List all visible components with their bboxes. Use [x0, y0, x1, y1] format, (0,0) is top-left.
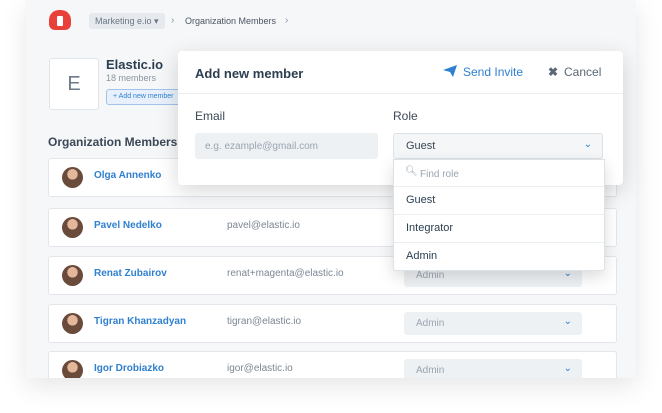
- org-switcher[interactable]: Marketing e.io ▾: [89, 13, 165, 29]
- role-select[interactable]: Guest ⌄: [393, 133, 603, 159]
- modal-title: Add new member: [195, 66, 304, 81]
- breadcrumb-separator-icon: ›: [285, 15, 289, 26]
- avatar: [62, 217, 83, 238]
- member-role-select[interactable]: Admin ⌄: [404, 359, 582, 378]
- member-role-value: Admin: [416, 318, 445, 329]
- cancel-label: Cancel: [564, 65, 602, 79]
- cancel-button[interactable]: ✖ Cancel: [548, 65, 601, 79]
- role-option-admin[interactable]: Admin: [394, 243, 604, 270]
- org-switcher-label: Marketing e.io: [95, 16, 152, 26]
- email-field[interactable]: [195, 133, 378, 159]
- member-name[interactable]: Pavel Nedelko: [94, 220, 162, 231]
- org-name: Elastic.io: [106, 57, 164, 72]
- avatar: [62, 313, 83, 334]
- member-email: igor@elastic.io: [227, 363, 293, 374]
- chevron-down-icon: ⌄: [563, 316, 572, 327]
- org-member-count: 18 members: [106, 73, 157, 83]
- role-option-integrator[interactable]: Integrator: [394, 215, 604, 243]
- role-option-guest[interactable]: Guest: [394, 187, 604, 215]
- member-name[interactable]: Tigran Khanzadyan: [94, 316, 186, 327]
- top-bar: Marketing e.io ▾ › Organization Members …: [26, 0, 636, 42]
- chevron-down-icon: ⌄: [583, 139, 592, 150]
- email-label: Email: [195, 109, 226, 123]
- member-row[interactable]: Igor Drobiazko igor@elastic.io Admin ⌄: [48, 351, 617, 378]
- member-role-value: Admin: [416, 365, 445, 376]
- role-search: 🔍︎: [394, 160, 604, 187]
- member-role-select[interactable]: Admin ⌄: [404, 312, 582, 335]
- member-name[interactable]: Olga Annenko: [94, 170, 161, 181]
- close-icon: ✖: [548, 65, 559, 79]
- chevron-down-icon: ⌄: [563, 363, 572, 374]
- send-invite-label: Send Invite: [463, 65, 524, 79]
- paper-plane-icon: [443, 65, 457, 77]
- breadcrumb-current[interactable]: Organization Members: [185, 13, 276, 29]
- avatar: [62, 360, 83, 378]
- member-email: pavel@elastic.io: [227, 220, 300, 231]
- role-search-input[interactable]: [418, 164, 592, 184]
- member-name[interactable]: Igor Drobiazko: [94, 363, 164, 374]
- org-avatar: E: [49, 58, 99, 110]
- section-title: Organization Members: [48, 135, 178, 149]
- modal-header: Add new member Send Invite ✖ Cancel: [178, 51, 623, 94]
- avatar: [62, 167, 83, 188]
- logo-icon[interactable]: [49, 10, 71, 30]
- add-member-button[interactable]: + Add new member: [106, 89, 181, 105]
- member-name[interactable]: Renat Zubairov: [94, 268, 167, 279]
- role-label: Role: [393, 109, 418, 123]
- search-icon: 🔍︎: [405, 166, 418, 177]
- member-email: renat+magenta@elastic.io: [227, 268, 344, 279]
- chevron-down-icon: ▾: [154, 16, 159, 26]
- member-email: tigran@elastic.io: [227, 316, 302, 327]
- role-dropdown: 🔍︎ Guest Integrator Admin: [393, 159, 605, 271]
- role-option-label: Admin: [406, 250, 438, 262]
- role-option-label: Integrator: [406, 222, 454, 234]
- send-invite-button[interactable]: Send Invite: [443, 65, 523, 79]
- role-select-value: Guest: [406, 140, 436, 152]
- breadcrumb-separator-icon: ›: [171, 15, 175, 26]
- member-row[interactable]: Tigran Khanzadyan tigran@elastic.io Admi…: [48, 304, 617, 343]
- member-role-value: Admin: [416, 270, 445, 281]
- role-option-label: Guest: [406, 194, 436, 206]
- avatar: [62, 265, 83, 286]
